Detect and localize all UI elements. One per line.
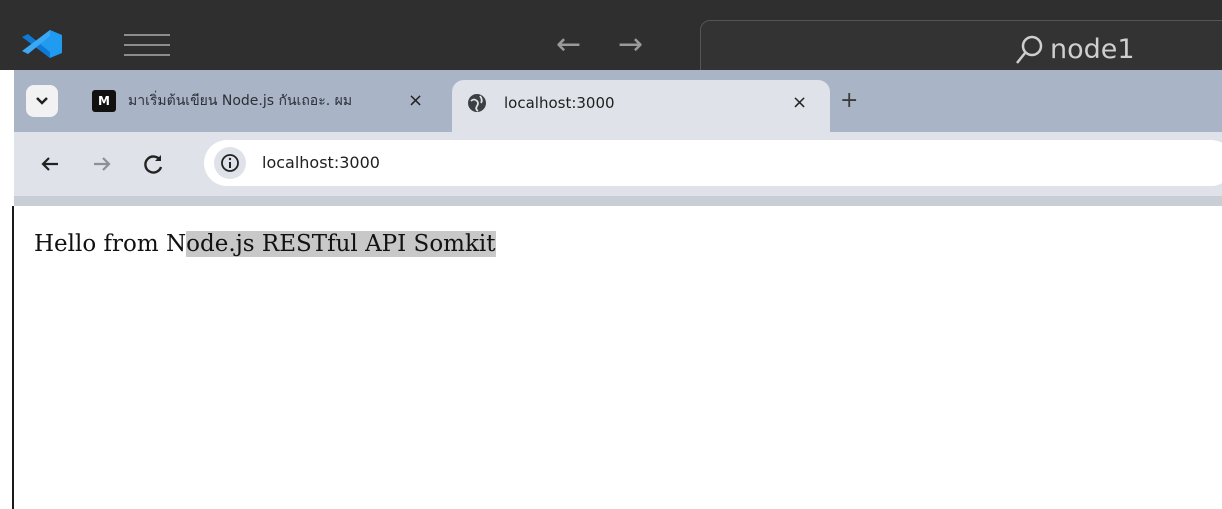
medium-favicon-icon: M (92, 90, 116, 112)
toolbar-divider (14, 196, 1222, 206)
search-icon (1016, 35, 1043, 64)
vscode-logo-icon[interactable] (20, 28, 64, 60)
chevron-down-icon (36, 97, 48, 105)
search-text: node1 (1050, 34, 1135, 65)
tab-medium-article[interactable]: M มาเริ่มต้นเขียน Node.js กันเถอะ. ผม × (88, 80, 448, 122)
globe-icon (468, 94, 486, 112)
forward-button[interactable] (88, 150, 116, 178)
site-info-button[interactable] (214, 147, 246, 179)
selected-text: ode.js RESTful API Somkit (186, 231, 496, 257)
window-left-border (12, 206, 14, 509)
address-bar[interactable]: localhost:3000 (204, 140, 1222, 186)
info-icon (221, 154, 239, 172)
vscode-title-bar: ← → node1 (0, 0, 1222, 82)
url-text: localhost:3000 (262, 153, 380, 172)
tab-search-button[interactable] (26, 85, 58, 117)
close-tab-icon[interactable]: × (408, 90, 423, 112)
close-tab-icon[interactable]: × (792, 92, 807, 114)
tab-title: localhost:3000 (504, 94, 615, 112)
reload-button[interactable] (140, 150, 168, 178)
response-text: Hello from Node.js RESTful API Somkit (34, 229, 496, 259)
tab-title: มาเริ่มต้นเขียน Node.js กันเถอะ. ผม (128, 93, 353, 109)
unselected-text: Hello from N (34, 231, 187, 257)
back-button[interactable] (36, 150, 64, 178)
back-arrow-icon[interactable]: ← (556, 30, 581, 60)
hamburger-menu-icon[interactable] (124, 34, 170, 64)
browser-toolbar: localhost:3000 (14, 132, 1222, 196)
browser-tab-strip: M มาเริ่มต้นเขียน Node.js กันเถอะ. ผม × … (14, 70, 1222, 132)
tab-localhost[interactable]: localhost:3000 × (452, 80, 830, 132)
new-tab-button[interactable]: + (840, 90, 858, 112)
page-content: Hello from Node.js RESTful API Somkit (14, 206, 1222, 509)
forward-arrow-icon[interactable]: → (618, 30, 643, 60)
